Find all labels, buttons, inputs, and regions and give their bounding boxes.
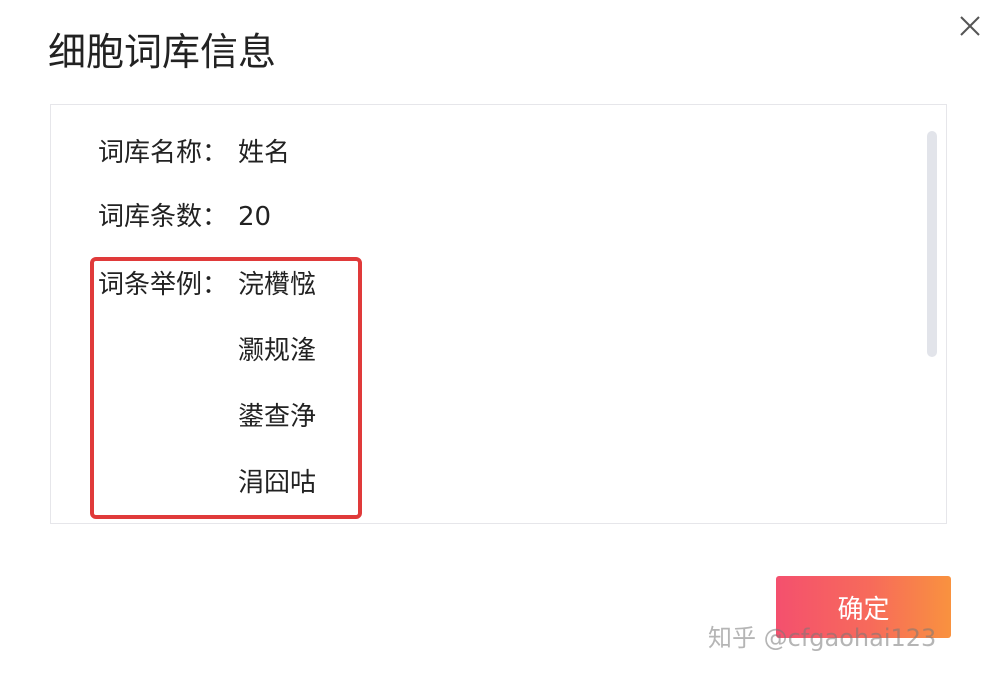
panel-scrollbar[interactable] bbox=[927, 131, 937, 357]
library-count-label: 词库条数： bbox=[98, 202, 229, 232]
example-item: 涓囧咕 bbox=[238, 468, 317, 498]
examples-row: 词条举例： bbox=[98, 265, 238, 305]
example-item: 浣欑惤 bbox=[238, 270, 317, 300]
close-icon bbox=[960, 16, 980, 36]
word-library-info-dialog: 细胞词库信息 词库名称： 姓名 词库条数： 20 词条举例： 浣欑惤 灏规湰 鍙查浄… bbox=[0, 0, 1000, 680]
examples-list: 浣欑惤 灏规湰 鍙查浄 涓囧咕 bbox=[238, 265, 316, 529]
watermark-text: 知乎 @cfgaohai123 bbox=[708, 624, 937, 652]
dialog-title: 细胞词库信息 bbox=[48, 30, 277, 74]
library-count-row: 词库条数： 20 bbox=[98, 197, 271, 237]
library-count-value: 20 bbox=[238, 202, 272, 232]
library-name-value: 姓名 bbox=[238, 138, 291, 168]
library-name-label: 词库名称： bbox=[98, 138, 229, 168]
example-item: 鍙查浄 bbox=[238, 402, 317, 432]
info-panel: 词库名称： 姓名 词库条数： 20 词条举例： 浣欑惤 灏规湰 鍙查浄 涓囧咕 bbox=[50, 104, 947, 524]
library-name-row: 词库名称： 姓名 bbox=[98, 133, 290, 173]
example-item: 灏规湰 bbox=[238, 336, 317, 366]
examples-label: 词条举例： bbox=[98, 270, 229, 300]
close-button[interactable] bbox=[956, 12, 984, 40]
